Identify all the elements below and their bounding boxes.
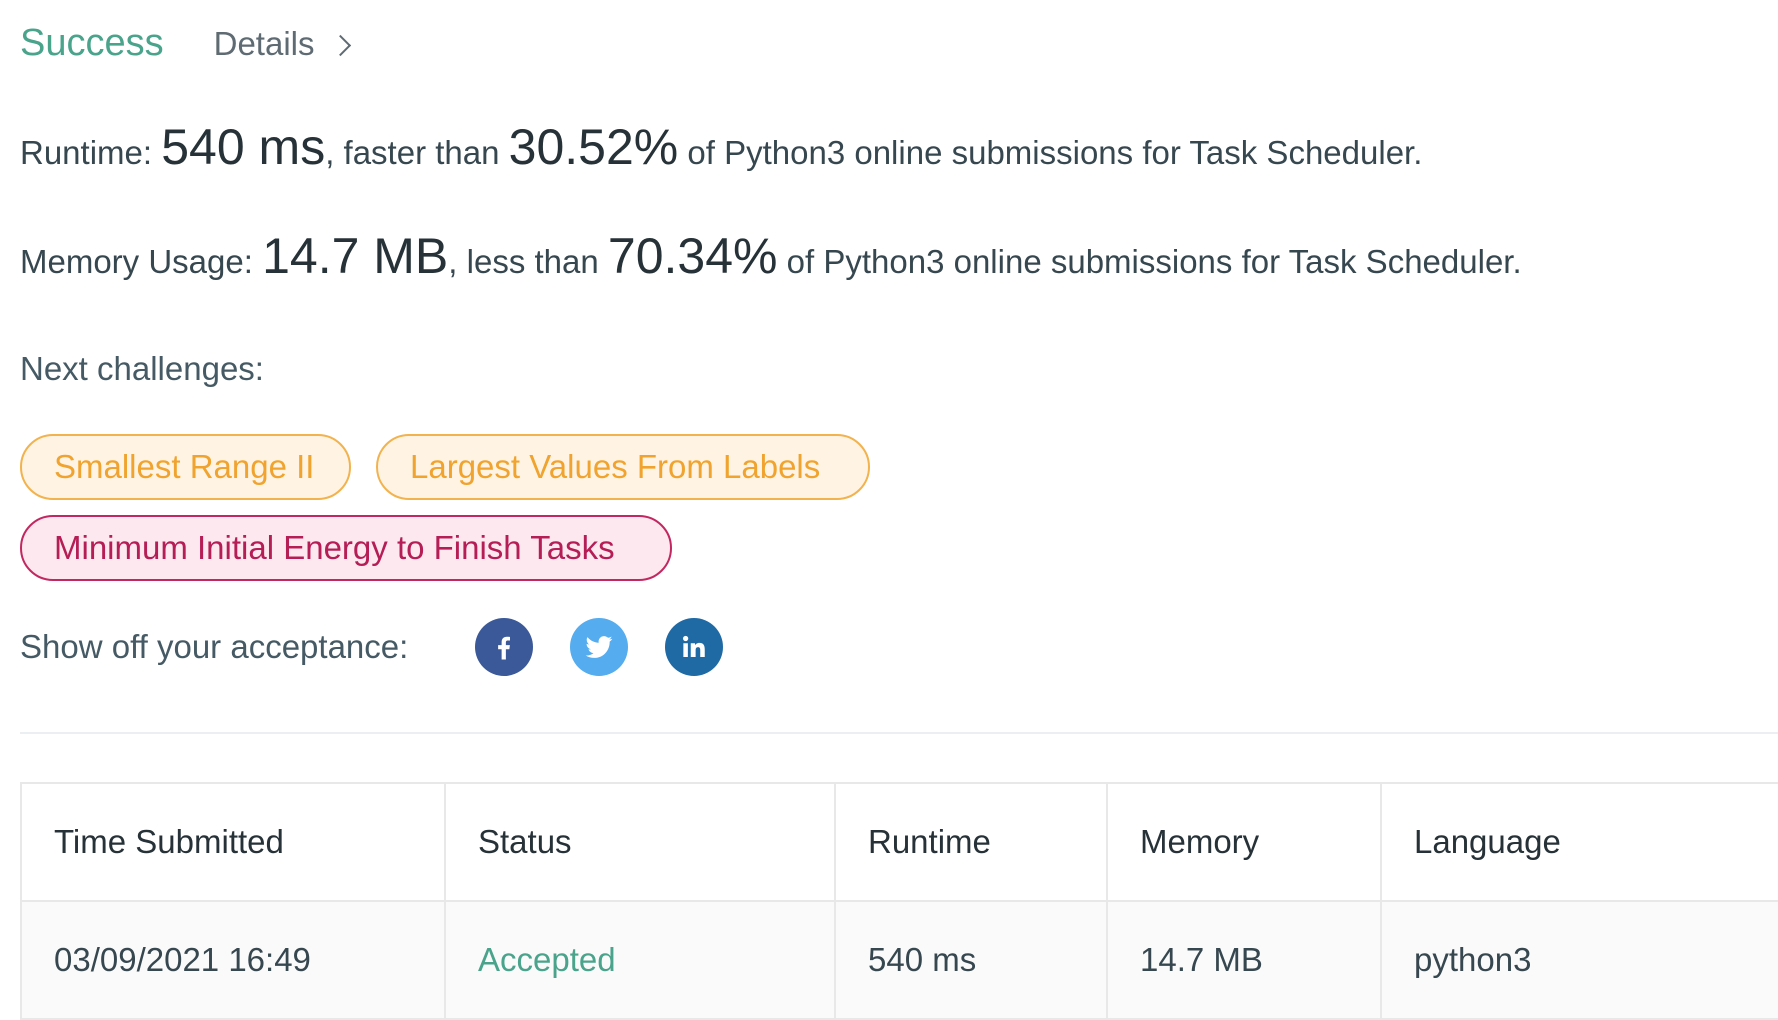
submissions-table: Time Submitted Status Runtime Memory Lan… [20, 782, 1778, 1020]
challenge-chip-smallest-range-ii[interactable]: Smallest Range II [20, 434, 351, 500]
memory-value: 14.7 MB [262, 228, 449, 284]
facebook-icon [498, 636, 511, 660]
table-header-row: Time Submitted Status Runtime Memory Lan… [20, 782, 1778, 902]
linkedin-icon [683, 635, 706, 657]
challenge-chip-largest-values-from-labels[interactable]: Largest Values From Labels [376, 434, 870, 500]
cell-memory: 14.7 MB [1106, 900, 1382, 1020]
runtime-label: Runtime: [20, 134, 153, 171]
cell-runtime: 540 ms [834, 900, 1108, 1020]
cell-time-submitted: 03/09/2021 16:49 [20, 900, 446, 1020]
chevron-right-icon [329, 34, 351, 56]
column-header-runtime[interactable]: Runtime [834, 782, 1108, 902]
linkedin-share-button[interactable] [665, 618, 724, 676]
section-divider [20, 732, 1778, 734]
result-header: Success Details [20, 22, 351, 65]
runtime-stat: Runtime: 540 ms, faster than 30.52% of P… [20, 118, 1422, 176]
column-header-status[interactable]: Status [444, 782, 836, 902]
share-row: Show off your acceptance: [20, 618, 724, 676]
facebook-share-button[interactable] [475, 618, 534, 676]
runtime-value: 540 ms [161, 119, 326, 175]
details-label: Details [213, 25, 315, 62]
twitter-icon [585, 636, 613, 658]
runtime-percent: 30.52% [508, 119, 679, 175]
column-header-language[interactable]: Language [1380, 782, 1778, 902]
cell-language: python3 [1380, 900, 1778, 1020]
cell-status-link[interactable]: Accepted [444, 900, 836, 1020]
memory-connector: , less than [448, 243, 599, 280]
twitter-share-button[interactable] [570, 618, 629, 676]
details-link[interactable]: Details [213, 25, 351, 63]
share-label: Show off your acceptance: [20, 628, 409, 665]
status-title: Success [20, 22, 164, 64]
table-row: 03/09/2021 16:49 Accepted 540 ms 14.7 MB… [20, 900, 1778, 1020]
memory-stat: Memory Usage: 14.7 MB, less than 70.34% … [20, 227, 1522, 285]
memory-suffix: of Python3 online submissions for Task S… [786, 243, 1522, 280]
runtime-suffix: of Python3 online submissions for Task S… [687, 134, 1423, 171]
next-challenges-label: Next challenges: [20, 350, 264, 387]
column-header-time-submitted[interactable]: Time Submitted [20, 782, 446, 902]
submission-result: Success Details Runtime: 540 ms, faster … [20, 0, 1778, 1020]
column-header-memory[interactable]: Memory [1106, 782, 1382, 902]
challenge-chip-minimum-initial-energy[interactable]: Minimum Initial Energy to Finish Tasks [20, 515, 672, 581]
memory-percent: 70.34% [607, 228, 778, 284]
runtime-connector: , faster than [325, 134, 500, 171]
memory-label: Memory Usage: [20, 243, 253, 280]
